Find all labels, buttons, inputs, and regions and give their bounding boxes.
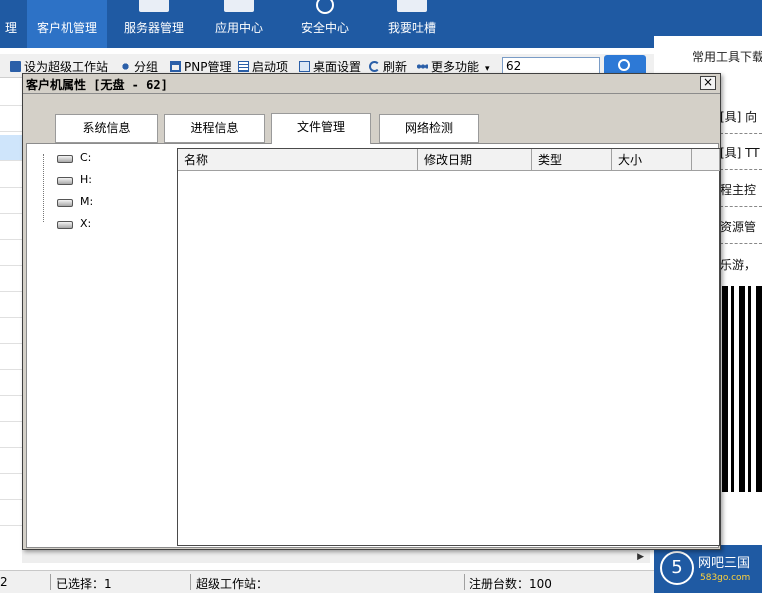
right-panel-title: 常用工具下载 [692,50,762,64]
status-selected: 已选择：1 [56,577,112,591]
group-icon [120,61,131,72]
tab-system-info[interactable]: 系统信息 [55,114,158,143]
search-icon [618,59,630,71]
horizontal-scrollbar[interactable]: ▶ [22,549,650,563]
server-icon [139,0,169,12]
brand-name: 网吧三国 [698,556,751,571]
status-registered: 注册台数：100 [469,577,552,591]
right-panel-link[interactable]: [具] 向 [720,108,762,125]
chat-icon [397,0,427,12]
tab-process-info[interactable]: 进程信息 [164,114,265,143]
status-bar: 2 已选择：1 超级工作站： 注册台数：100 [0,570,654,593]
client-properties-dialog: 客户机属性 [无盘 - 62] × 系统信息 进程信息 文件管理 网络检测 C:… [22,73,721,550]
nav-item-label: 服务器管理 [123,21,184,35]
button-label: 更多功能 [431,60,480,74]
file-list-header: 名称 修改日期 类型 大小 [178,149,720,171]
right-panel-link[interactable]: 资源管 [720,218,762,235]
divider [720,243,762,244]
right-panel-link[interactable]: 乐游， [720,256,762,273]
dialog-title: 客户机属性 [无盘 - 62] [26,78,168,92]
tab-network-check[interactable]: 网络检测 [379,114,479,143]
drive-label: M: [80,195,94,208]
brand-logo-icon: 5 [660,551,694,585]
drive-label: H: [80,173,92,186]
nav-item-app-center[interactable]: 应用中心 [200,0,278,48]
tab-label: 进程信息 [190,121,239,135]
tab-label: 网络检测 [404,121,453,135]
divider [720,206,762,207]
status-superstation: 超级工作站： [196,577,269,591]
status-count: 2 [0,575,8,589]
nav-item-feedback[interactable]: 我要吐槽 [370,0,454,48]
right-panel-link[interactable]: [具] TT [720,144,762,161]
divider [720,169,762,170]
button-label: 设为超级工作站 [24,60,109,74]
tree-guide-line [43,154,44,222]
top-navigation: 理 客户机管理 服务器管理 应用中心 安全中心 我要吐槽 [0,0,654,48]
nav-item-manage[interactable]: 理 [0,0,22,48]
hard-drive-icon [57,221,73,229]
button-label: 启动项 [252,60,289,74]
right-panel-header [654,0,762,36]
column-header-modified[interactable]: 修改日期 [418,149,532,171]
hard-drive-icon [57,177,73,185]
column-header-name[interactable]: 名称 [178,149,418,171]
column-header-type[interactable]: 类型 [532,149,612,171]
nav-item-server-management[interactable]: 服务器管理 [112,0,196,48]
file-management-panel: C: H: M: X: 名称 修改日期 类型 大小 [26,143,720,548]
file-list[interactable]: 名称 修改日期 类型 大小 [177,148,720,546]
column-header-size[interactable]: 大小 [612,149,692,171]
divider [190,574,191,590]
column-header-filler [692,149,720,171]
app-icon [224,0,254,12]
divider [50,574,51,590]
pnp-icon [170,61,181,72]
nav-item-label: 我要吐槽 [387,21,436,35]
qr-code-image [722,286,762,492]
divider [23,93,720,94]
more-icon [417,61,428,72]
shield-icon [316,0,334,14]
brand-url: 583go.com [700,573,751,583]
nav-item-label: 安全中心 [300,21,349,35]
close-button[interactable]: × [700,76,716,90]
drive-label: C: [80,151,92,164]
divider [464,574,465,590]
divider [720,133,762,134]
drive-label: X: [80,217,92,230]
hard-drive-icon [57,199,73,207]
nav-item-security-center[interactable]: 安全中心 [286,0,364,48]
hard-drive-icon [57,155,73,163]
list-icon [238,61,249,72]
arrow-right-icon[interactable]: ▶ [637,552,644,562]
picture-icon [299,61,310,72]
nav-item-client-management[interactable]: 客户机管理 [27,0,107,48]
close-icon: × [702,75,714,89]
button-label: 分组 [134,60,159,74]
tab-file-management[interactable]: 文件管理 [271,113,371,144]
brand-footer: 5 网吧三国 583go.com [654,545,762,593]
right-panel-link[interactable]: 程主控 [720,181,762,198]
tab-label: 系统信息 [82,121,131,135]
monitor-icon [10,61,21,72]
drive-tree: C: H: M: X: [27,144,177,547]
button-label: 桌面设置 [313,60,362,74]
nav-item-label: 理 [4,21,17,35]
refresh-icon [369,61,380,72]
tab-label: 文件管理 [296,120,345,134]
button-label: PNP管理 [184,60,232,74]
button-label: 刷新 [383,60,408,74]
nav-item-label: 应用中心 [214,21,263,35]
nav-item-label: 客户机管理 [36,21,97,35]
